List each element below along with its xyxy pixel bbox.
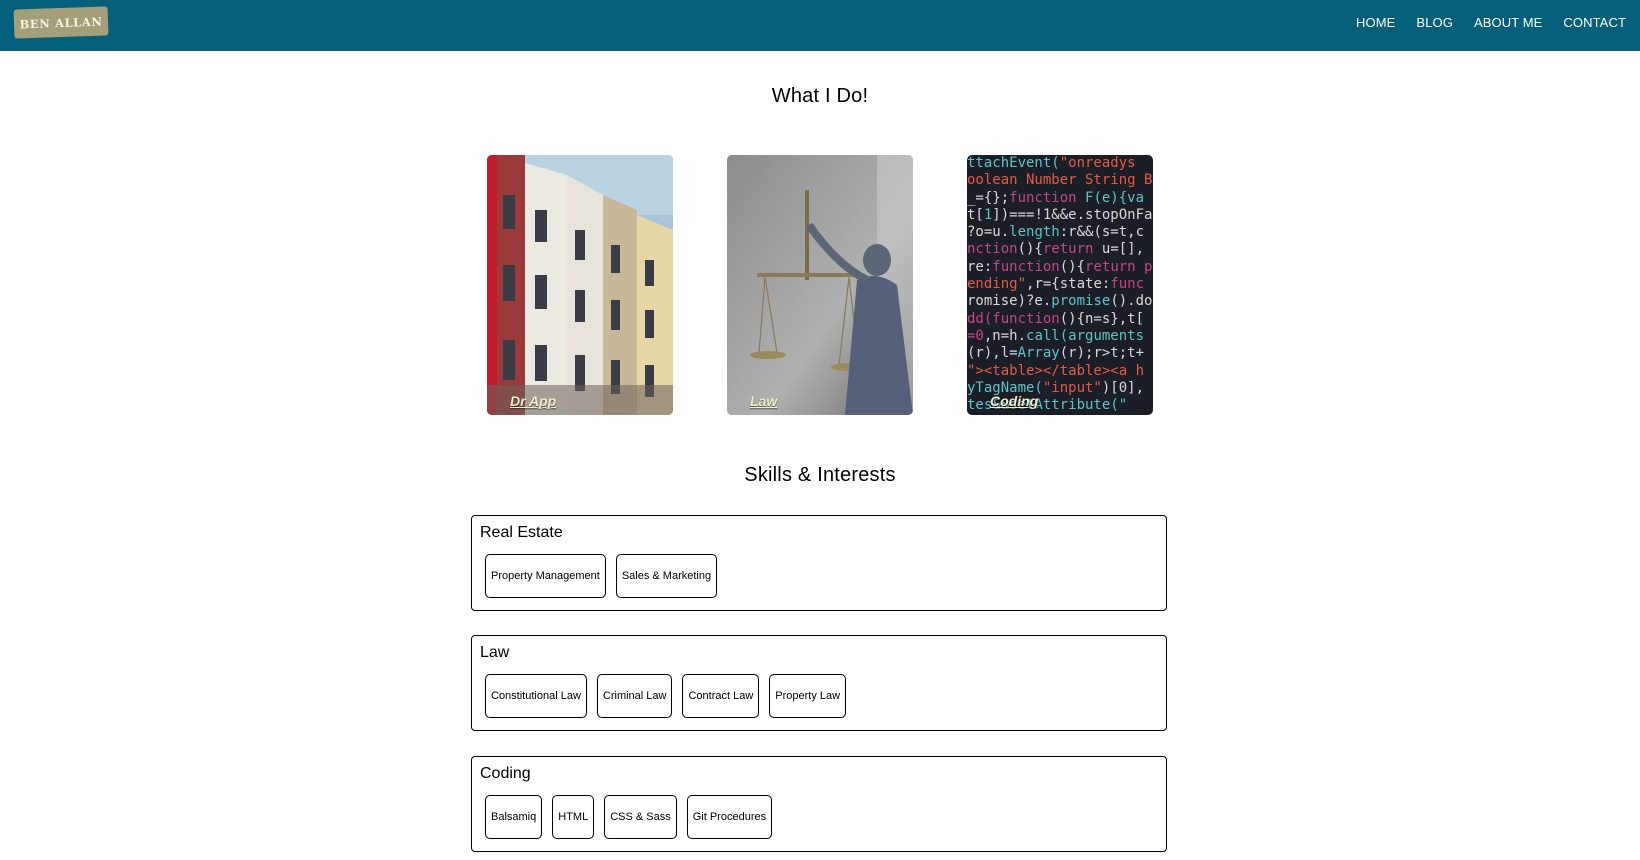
skill-group-coding: Coding Balsamiq HTML CSS & Sass Git Proc… xyxy=(471,756,1167,852)
card-law[interactable]: Law xyxy=(727,155,913,415)
skill-group-title: Coding xyxy=(480,765,531,782)
lady-justice-image xyxy=(727,155,913,415)
skill-tag: Contract Law xyxy=(682,674,760,718)
nav-blog-link[interactable]: BLOG xyxy=(1416,15,1453,30)
skill-tag: Git Procedures xyxy=(686,795,773,839)
skill-group-title: Law xyxy=(480,644,510,661)
card-caption-law[interactable]: Law xyxy=(750,393,777,409)
skill-tag-list: Constitutional Law Criminal Law Contract… xyxy=(485,674,847,718)
skill-tag: Constitutional Law xyxy=(485,674,587,718)
skill-group-law: Law Constitutional Law Criminal Law Cont… xyxy=(471,635,1167,731)
skill-tag-list: Property Management Sales & Marketing xyxy=(485,554,718,598)
skill-tag: HTML xyxy=(552,795,595,839)
card-caption-coding[interactable]: Coding xyxy=(990,393,1038,409)
main-nav: HOME BLOG ABOUT ME CONTACT xyxy=(1356,15,1626,30)
skill-tag: Sales & Marketing xyxy=(615,554,718,598)
skill-tag: Balsamiq xyxy=(485,795,543,839)
what-i-do-heading: What I Do! xyxy=(771,85,869,107)
skill-group-real-estate: Real Estate Property Management Sales & … xyxy=(471,515,1167,611)
nav-contact-link[interactable]: CONTACT xyxy=(1563,15,1626,30)
site-logo[interactable]: BEN ALLAN xyxy=(13,6,109,39)
nav-about-link[interactable]: ABOUT ME xyxy=(1474,15,1542,30)
card-caption-dr-app[interactable]: Dr App xyxy=(510,393,556,409)
skill-tag: Criminal Law xyxy=(596,674,673,718)
logo-text: BEN ALLAN xyxy=(19,14,103,31)
skill-group-title: Real Estate xyxy=(480,524,563,541)
skill-tag-list: Balsamiq HTML CSS & Sass Git Procedures xyxy=(485,795,773,839)
card-dr-app[interactable]: Dr App xyxy=(487,155,673,415)
skills-heading: Skills & Interests xyxy=(744,464,896,486)
skill-tag: CSS & Sass xyxy=(604,795,677,839)
skill-tag: Property Management xyxy=(485,554,606,598)
card-coding[interactable]: ttachEvent("onreadys oolean Number Strin… xyxy=(967,155,1153,415)
source-code-image: ttachEvent("onreadys oolean Number Strin… xyxy=(967,155,1153,414)
nav-home-link[interactable]: HOME xyxy=(1356,15,1395,30)
top-navbar: BEN ALLAN HOME BLOG ABOUT ME CONTACT xyxy=(0,0,1640,51)
townhouses-image xyxy=(487,155,673,415)
skill-tag: Property Law xyxy=(769,674,847,718)
